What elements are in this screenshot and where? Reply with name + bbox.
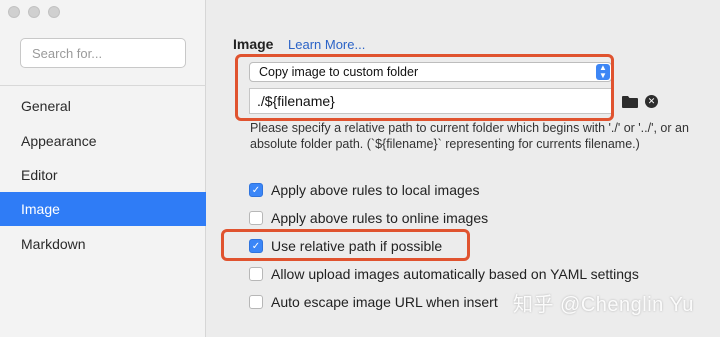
sidebar-divider: [0, 85, 206, 86]
close-window-button[interactable]: [8, 6, 20, 18]
path-hint-text: Please specify a relative path to curren…: [250, 121, 689, 151]
option-auto-upload[interactable]: Allow upload images automatically based …: [249, 265, 639, 283]
sidebar: Search for... General Appearance Editor …: [0, 0, 206, 337]
sidebar-item-image[interactable]: Image: [0, 192, 206, 226]
option-label: Allow upload images automatically based …: [271, 266, 639, 282]
checkbox-local-images[interactable]: ✓: [249, 183, 263, 197]
window-controls: [8, 6, 60, 18]
option-label: Apply above rules to online images: [271, 210, 489, 226]
learn-more-link[interactable]: Learn More...: [288, 37, 365, 52]
sidebar-item-markdown[interactable]: Markdown: [0, 227, 206, 261]
sidebar-item-general[interactable]: General: [0, 89, 206, 123]
option-label: Auto escape image URL when insert: [271, 294, 498, 310]
zoom-window-button[interactable]: [48, 6, 60, 18]
watermark-text: 知乎 @Chenglin Yu: [513, 294, 694, 316]
option-online-images[interactable]: Apply above rules to online images: [249, 209, 488, 227]
option-auto-escape[interactable]: Auto escape image URL when insert: [249, 293, 498, 311]
section-title: Image: [233, 36, 274, 52]
preferences-panel: Image Learn More... Copy image to custom…: [207, 0, 720, 337]
checkbox-auto-escape[interactable]: [249, 295, 263, 309]
search-input[interactable]: Search for...: [20, 38, 186, 68]
option-label: Apply above rules to local images: [271, 182, 480, 198]
sidebar-item-appearance[interactable]: Appearance: [0, 124, 206, 158]
option-local-images[interactable]: ✓ Apply above rules to local images: [249, 181, 480, 199]
checkbox-auto-upload[interactable]: [249, 267, 263, 281]
clear-path-icon[interactable]: ✕: [645, 95, 658, 108]
annotation-box-path-settings: [235, 54, 614, 121]
minimize-window-button[interactable]: [28, 6, 40, 18]
sidebar-item-editor[interactable]: Editor: [0, 158, 206, 192]
folder-icon[interactable]: [622, 96, 638, 108]
checkbox-online-images[interactable]: [249, 211, 263, 225]
annotation-box-relative-path: [221, 229, 470, 261]
